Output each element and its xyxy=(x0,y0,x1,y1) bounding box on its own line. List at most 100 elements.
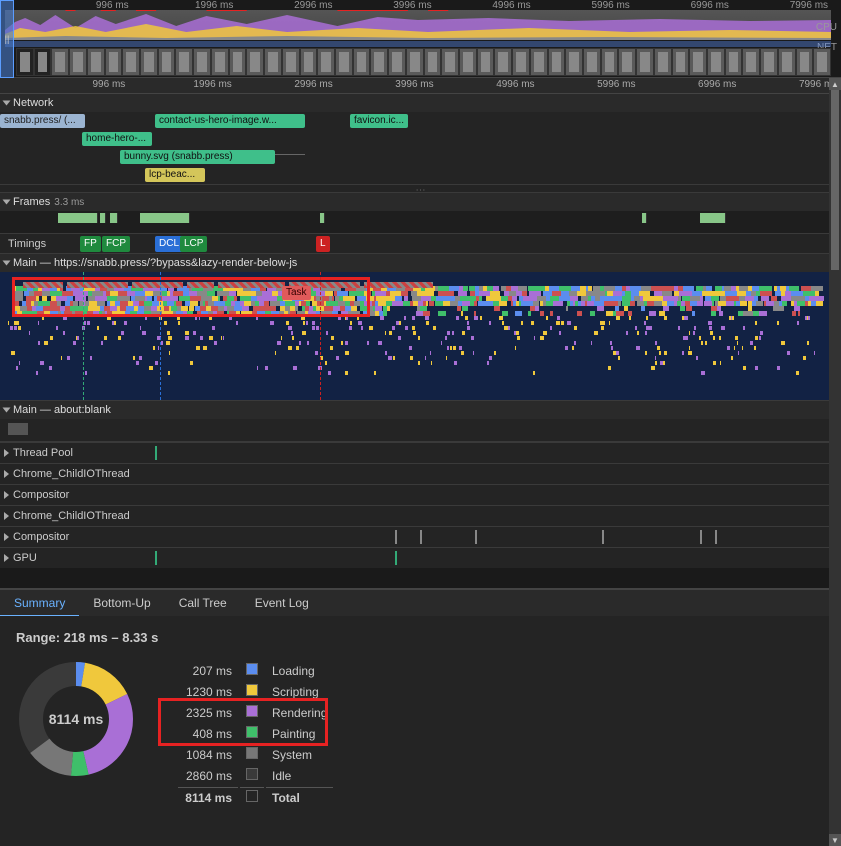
flame-bar[interactable] xyxy=(38,321,40,325)
tab-event-log[interactable]: Event Log xyxy=(241,589,323,617)
frame-item[interactable] xyxy=(100,213,106,223)
flame-bar[interactable] xyxy=(277,341,280,345)
flame-bar[interactable] xyxy=(14,321,17,325)
flame-bar[interactable] xyxy=(546,301,554,306)
flame-bar[interactable] xyxy=(760,331,763,335)
flame-bar[interactable] xyxy=(357,316,358,320)
flame-bar[interactable] xyxy=(288,326,291,330)
flame-bar[interactable] xyxy=(721,326,725,330)
flame-bar[interactable] xyxy=(380,316,384,320)
flame-bar[interactable] xyxy=(73,341,75,345)
flame-bar[interactable] xyxy=(608,366,611,370)
flame-bar[interactable] xyxy=(345,371,348,375)
flame-bar[interactable] xyxy=(16,366,18,370)
flame-bar[interactable] xyxy=(727,346,730,350)
flame-bar[interactable] xyxy=(405,326,408,330)
flame-bar[interactable] xyxy=(660,361,662,365)
flame-bar[interactable] xyxy=(755,366,758,370)
flame-bar[interactable] xyxy=(315,351,318,355)
flame-bar[interactable] xyxy=(291,331,293,335)
flame-bar[interactable] xyxy=(133,356,135,360)
flame-bar[interactable] xyxy=(221,336,222,340)
flame-bar[interactable] xyxy=(732,316,734,320)
flame-bar[interactable] xyxy=(515,311,522,316)
tab-call-tree[interactable]: Call Tree xyxy=(165,589,241,617)
flame-bar[interactable] xyxy=(591,341,592,345)
flame-bar[interactable] xyxy=(494,306,500,311)
flame-bar[interactable] xyxy=(489,356,492,360)
flame-bar[interactable] xyxy=(759,336,761,340)
flame-bar[interactable] xyxy=(701,371,704,375)
track-child-io-thread-2[interactable]: Chrome_ChildIOThread xyxy=(0,505,841,526)
flame-bar[interactable] xyxy=(140,326,141,330)
flame-bar[interactable] xyxy=(307,341,309,345)
frame-item[interactable] xyxy=(140,213,190,223)
flame-bar[interactable] xyxy=(680,306,685,311)
flame-bar[interactable] xyxy=(480,316,482,320)
flame-bar[interactable] xyxy=(290,311,295,316)
flame-bar[interactable] xyxy=(655,361,657,365)
flame-bar[interactable] xyxy=(641,306,645,311)
frame-item[interactable] xyxy=(58,213,98,223)
flame-bar[interactable] xyxy=(446,356,447,360)
flame-bar[interactable] xyxy=(306,321,308,325)
timing-marker-dcl[interactable]: DCL xyxy=(155,236,183,252)
flame-bar[interactable] xyxy=(461,311,464,316)
flame-bar[interactable] xyxy=(410,356,412,360)
flame-bar[interactable] xyxy=(168,336,172,340)
flame-bar[interactable] xyxy=(185,336,189,340)
flame-bar[interactable] xyxy=(332,311,337,316)
flame-bar[interactable] xyxy=(502,321,504,325)
flame-bar[interactable] xyxy=(534,336,535,340)
frame-item[interactable] xyxy=(320,213,325,223)
flame-bar[interactable] xyxy=(341,341,343,345)
flame-bar[interactable] xyxy=(244,311,252,316)
flame-bar[interactable] xyxy=(185,331,189,335)
scroll-down-icon[interactable]: ▼ xyxy=(829,834,841,846)
flame-bar[interactable] xyxy=(692,311,694,316)
flame-bar[interactable] xyxy=(429,301,434,306)
flame-bar[interactable] xyxy=(473,351,474,355)
flame-bar[interactable] xyxy=(121,331,124,335)
flame-bar[interactable] xyxy=(445,336,447,340)
flame-bar[interactable] xyxy=(546,316,548,320)
flame-bar[interactable] xyxy=(719,336,721,340)
flame-bar[interactable] xyxy=(713,361,716,365)
flame-bar[interactable] xyxy=(367,341,370,345)
flame-bar[interactable] xyxy=(626,331,627,335)
flame-bar[interactable] xyxy=(288,346,292,350)
flame-bar[interactable] xyxy=(90,356,93,360)
flame-bar[interactable] xyxy=(647,301,655,306)
flame-bar[interactable] xyxy=(719,311,722,316)
flame-bar[interactable] xyxy=(574,341,575,345)
flame-bar[interactable] xyxy=(97,326,100,330)
flame-bar[interactable] xyxy=(38,341,40,345)
flame-bar[interactable] xyxy=(655,356,656,360)
flame-bar[interactable] xyxy=(326,331,328,335)
flame-bar[interactable] xyxy=(124,321,127,325)
frames-track[interactable] xyxy=(0,211,841,233)
frame-item[interactable] xyxy=(642,213,647,223)
flame-bar[interactable] xyxy=(139,356,141,360)
flame-bar[interactable] xyxy=(296,346,300,350)
flame-bar[interactable] xyxy=(610,341,612,345)
flame-bar[interactable] xyxy=(528,311,531,316)
flame-bar[interactable] xyxy=(516,331,519,335)
flame-bar[interactable] xyxy=(590,311,595,316)
flame-bar[interactable] xyxy=(742,346,743,350)
flame-bar[interactable] xyxy=(299,341,301,345)
flame-bar[interactable] xyxy=(753,311,760,316)
flame-bar[interactable] xyxy=(118,336,121,340)
flame-bar[interactable] xyxy=(270,321,273,325)
flame-bar[interactable] xyxy=(489,321,490,325)
flame-bar[interactable] xyxy=(594,331,597,335)
flame-bar[interactable] xyxy=(709,326,712,330)
flame-bar[interactable] xyxy=(471,336,474,340)
flame-bar[interactable] xyxy=(616,351,619,355)
flame-bar[interactable] xyxy=(236,311,241,316)
flame-bar[interactable] xyxy=(750,341,753,345)
flame-bar[interactable] xyxy=(557,316,560,320)
flame-bar[interactable] xyxy=(44,311,51,316)
flame-bar[interactable] xyxy=(494,351,497,355)
scrollbar-thumb[interactable] xyxy=(831,90,839,270)
